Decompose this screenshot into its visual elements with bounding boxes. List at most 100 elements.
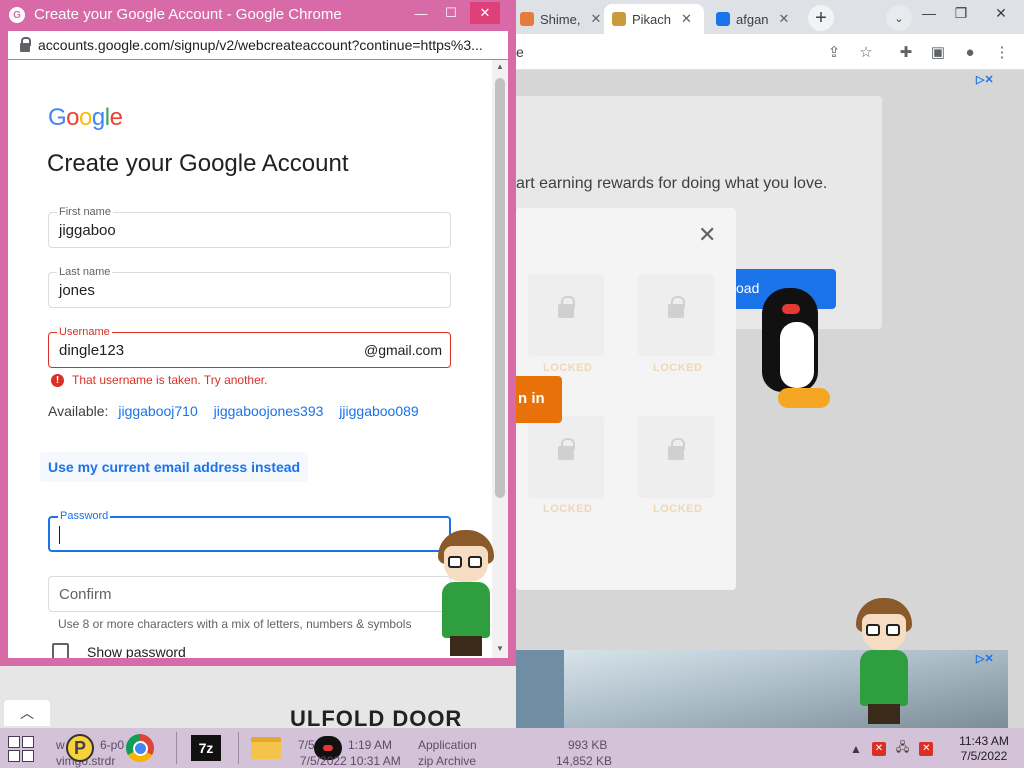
minimize-icon[interactable]: — <box>914 2 944 24</box>
close-window-icon[interactable]: ✕ <box>986 2 1016 24</box>
minimize-icon[interactable]: — <box>406 2 436 24</box>
taskbar-app-p[interactable]: P <box>62 732 98 764</box>
penguin-feet <box>778 388 830 408</box>
taskbar-app-7zip[interactable]: 7z <box>188 732 224 764</box>
penguin-beak <box>782 304 800 314</box>
folder-icon <box>251 737 281 759</box>
close-icon[interactable]: ✕ <box>681 11 692 27</box>
first-name-value: jiggaboo <box>59 222 116 239</box>
ad-choices-icon[interactable]: ▷✕ <box>976 652 994 665</box>
username-error: ! That username is taken. Try another. <box>51 373 267 387</box>
google-logo: Google <box>48 104 123 132</box>
first-name-field[interactable]: First name jiggaboo <box>48 206 451 248</box>
close-icon[interactable]: ✕ <box>779 11 790 27</box>
ghost-text: 1:19 AM <box>348 738 393 752</box>
locked-label: LOCKED <box>543 362 593 374</box>
bookmark-star-icon[interactable]: ☆ <box>856 42 876 62</box>
page-title: Create your Google Account <box>47 150 349 177</box>
scroll-up-icon[interactable]: ▲ <box>496 62 504 71</box>
tab-afgan[interactable]: afgan ✕ <box>708 4 797 34</box>
password-label: Password <box>58 510 111 522</box>
lock-icon <box>668 438 685 460</box>
tab-label: Pikach <box>632 11 672 27</box>
penguin-belly <box>780 322 814 388</box>
locked-tile <box>638 416 714 498</box>
tab-shime[interactable]: Shime, ✕ <box>512 4 609 34</box>
address-bar-fragment[interactable]: e <box>516 44 524 60</box>
taskbar-app-chrome[interactable] <box>122 732 158 764</box>
username-suggestion-2[interactable]: jiggaboojones393 <box>214 403 324 419</box>
username-field[interactable]: Username dingle123 @gmail.com <box>48 326 451 368</box>
chevron-up-icon[interactable]: ︿ <box>4 700 50 726</box>
banner-ad-image[interactable] <box>516 650 1008 728</box>
extensions-icon[interactable]: ✚ <box>896 42 916 62</box>
last-name-label: Last name <box>57 266 113 278</box>
volume-muted-icon[interactable]: ✕ <box>871 741 886 756</box>
new-tab-button[interactable]: + <box>808 5 834 31</box>
side-panel-icon[interactable]: ▣ <box>928 42 948 62</box>
windows-start-icon[interactable] <box>8 736 34 762</box>
locked-label: LOCKED <box>653 362 703 374</box>
boy-mascot[interactable] <box>434 530 498 660</box>
network-icon[interactable]: 🖧 <box>896 738 909 759</box>
system-tray: ▲ ✕ 🖧 ✕ <box>850 738 934 759</box>
use-current-email-button[interactable]: Use my current email address instead <box>40 452 309 482</box>
boy-hoodie <box>860 650 908 706</box>
password-field[interactable]: Password <box>48 510 451 552</box>
modal-close-icon[interactable]: ✕ <box>698 222 716 248</box>
confirm-password-field[interactable]: Confirm <box>48 576 451 612</box>
chrome-icon <box>126 734 154 762</box>
glasses-icon <box>866 624 880 636</box>
7zip-icon: 7z <box>191 735 221 761</box>
text-caret <box>59 526 60 544</box>
tab-label: Shime, <box>540 11 581 27</box>
google-logo-letter: o <box>66 104 80 131</box>
sign-in-button[interactable]: n in <box>512 376 562 423</box>
available-label: Available: <box>48 403 109 419</box>
glasses-icon <box>468 556 482 568</box>
taskbar-app-file-explorer[interactable] <box>248 732 284 764</box>
close-window-icon[interactable]: ✕ <box>470 2 500 24</box>
signup-form-area: Google Create your Google Account First … <box>8 60 492 658</box>
show-password-row[interactable]: Show password <box>52 643 186 658</box>
scroll-thumb[interactable] <box>495 78 505 498</box>
clock-time: 11:43 AM <box>959 734 1009 748</box>
password-hint: Use 8 or more characters with a mix of l… <box>58 617 412 631</box>
penguin-mascot[interactable] <box>760 288 830 410</box>
lock-icon <box>20 36 31 52</box>
popup-window-title: Create your Google Account - Google Chro… <box>34 6 342 23</box>
show-password-checkbox[interactable] <box>52 643 69 658</box>
profile-icon[interactable]: ● <box>960 42 980 62</box>
tray-expand-icon[interactable]: ▲ <box>850 742 862 756</box>
boy-legs <box>868 704 900 724</box>
close-icon[interactable]: ✕ <box>590 11 601 27</box>
ghost-text: 993 KB <box>568 738 608 752</box>
ghost-text: Application <box>418 738 477 752</box>
tab-label: afgan <box>736 11 769 27</box>
boy-mascot[interactable] <box>852 598 916 728</box>
taskbar-clock[interactable]: 11:43 AM 7/5/2022 <box>952 734 1016 764</box>
last-name-value: jones <box>59 282 95 299</box>
username-suggestion-1[interactable]: jiggabooj710 <box>118 403 197 419</box>
last-name-field[interactable]: Last name jones <box>48 266 451 308</box>
rewards-text: art earning rewards for doing what you l… <box>516 175 828 192</box>
share-icon[interactable]: ⇪ <box>824 42 844 62</box>
username-suggestion-3[interactable]: jjiggaboo089 <box>339 403 418 419</box>
restore-icon[interactable]: ❐ <box>946 2 976 24</box>
chrome-app-icon: G <box>9 7 25 23</box>
username-value: dingle123 <box>59 342 125 359</box>
menu-icon[interactable]: ⋮ <box>992 42 1012 62</box>
available-usernames: Available: jiggabooj710 jiggaboojones393… <box>48 403 431 419</box>
taskbar-separator <box>238 732 239 764</box>
tab-search-button[interactable]: ⌄ <box>886 5 912 31</box>
flag-alert-icon[interactable]: ✕ <box>919 741 934 756</box>
windows-taskbar: w 6-p0 vimgo.strdr P 7z 7/5 1:19 AM 7/5/… <box>0 728 1024 768</box>
tab-pikachu[interactable]: Pikach ✕ <box>604 4 704 34</box>
popup-url-text: accounts.google.com/signup/v2/webcreatea… <box>38 37 483 53</box>
popup-url-bar[interactable]: accounts.google.com/signup/v2/webcreatea… <box>8 31 508 59</box>
locked-label: LOCKED <box>653 503 703 515</box>
google-logo-letter: G <box>48 104 67 131</box>
pikachu-favicon-icon <box>612 12 626 26</box>
ad-choices-icon[interactable]: ▷✕ <box>976 73 994 86</box>
maximize-icon[interactable]: ☐ <box>436 2 466 24</box>
